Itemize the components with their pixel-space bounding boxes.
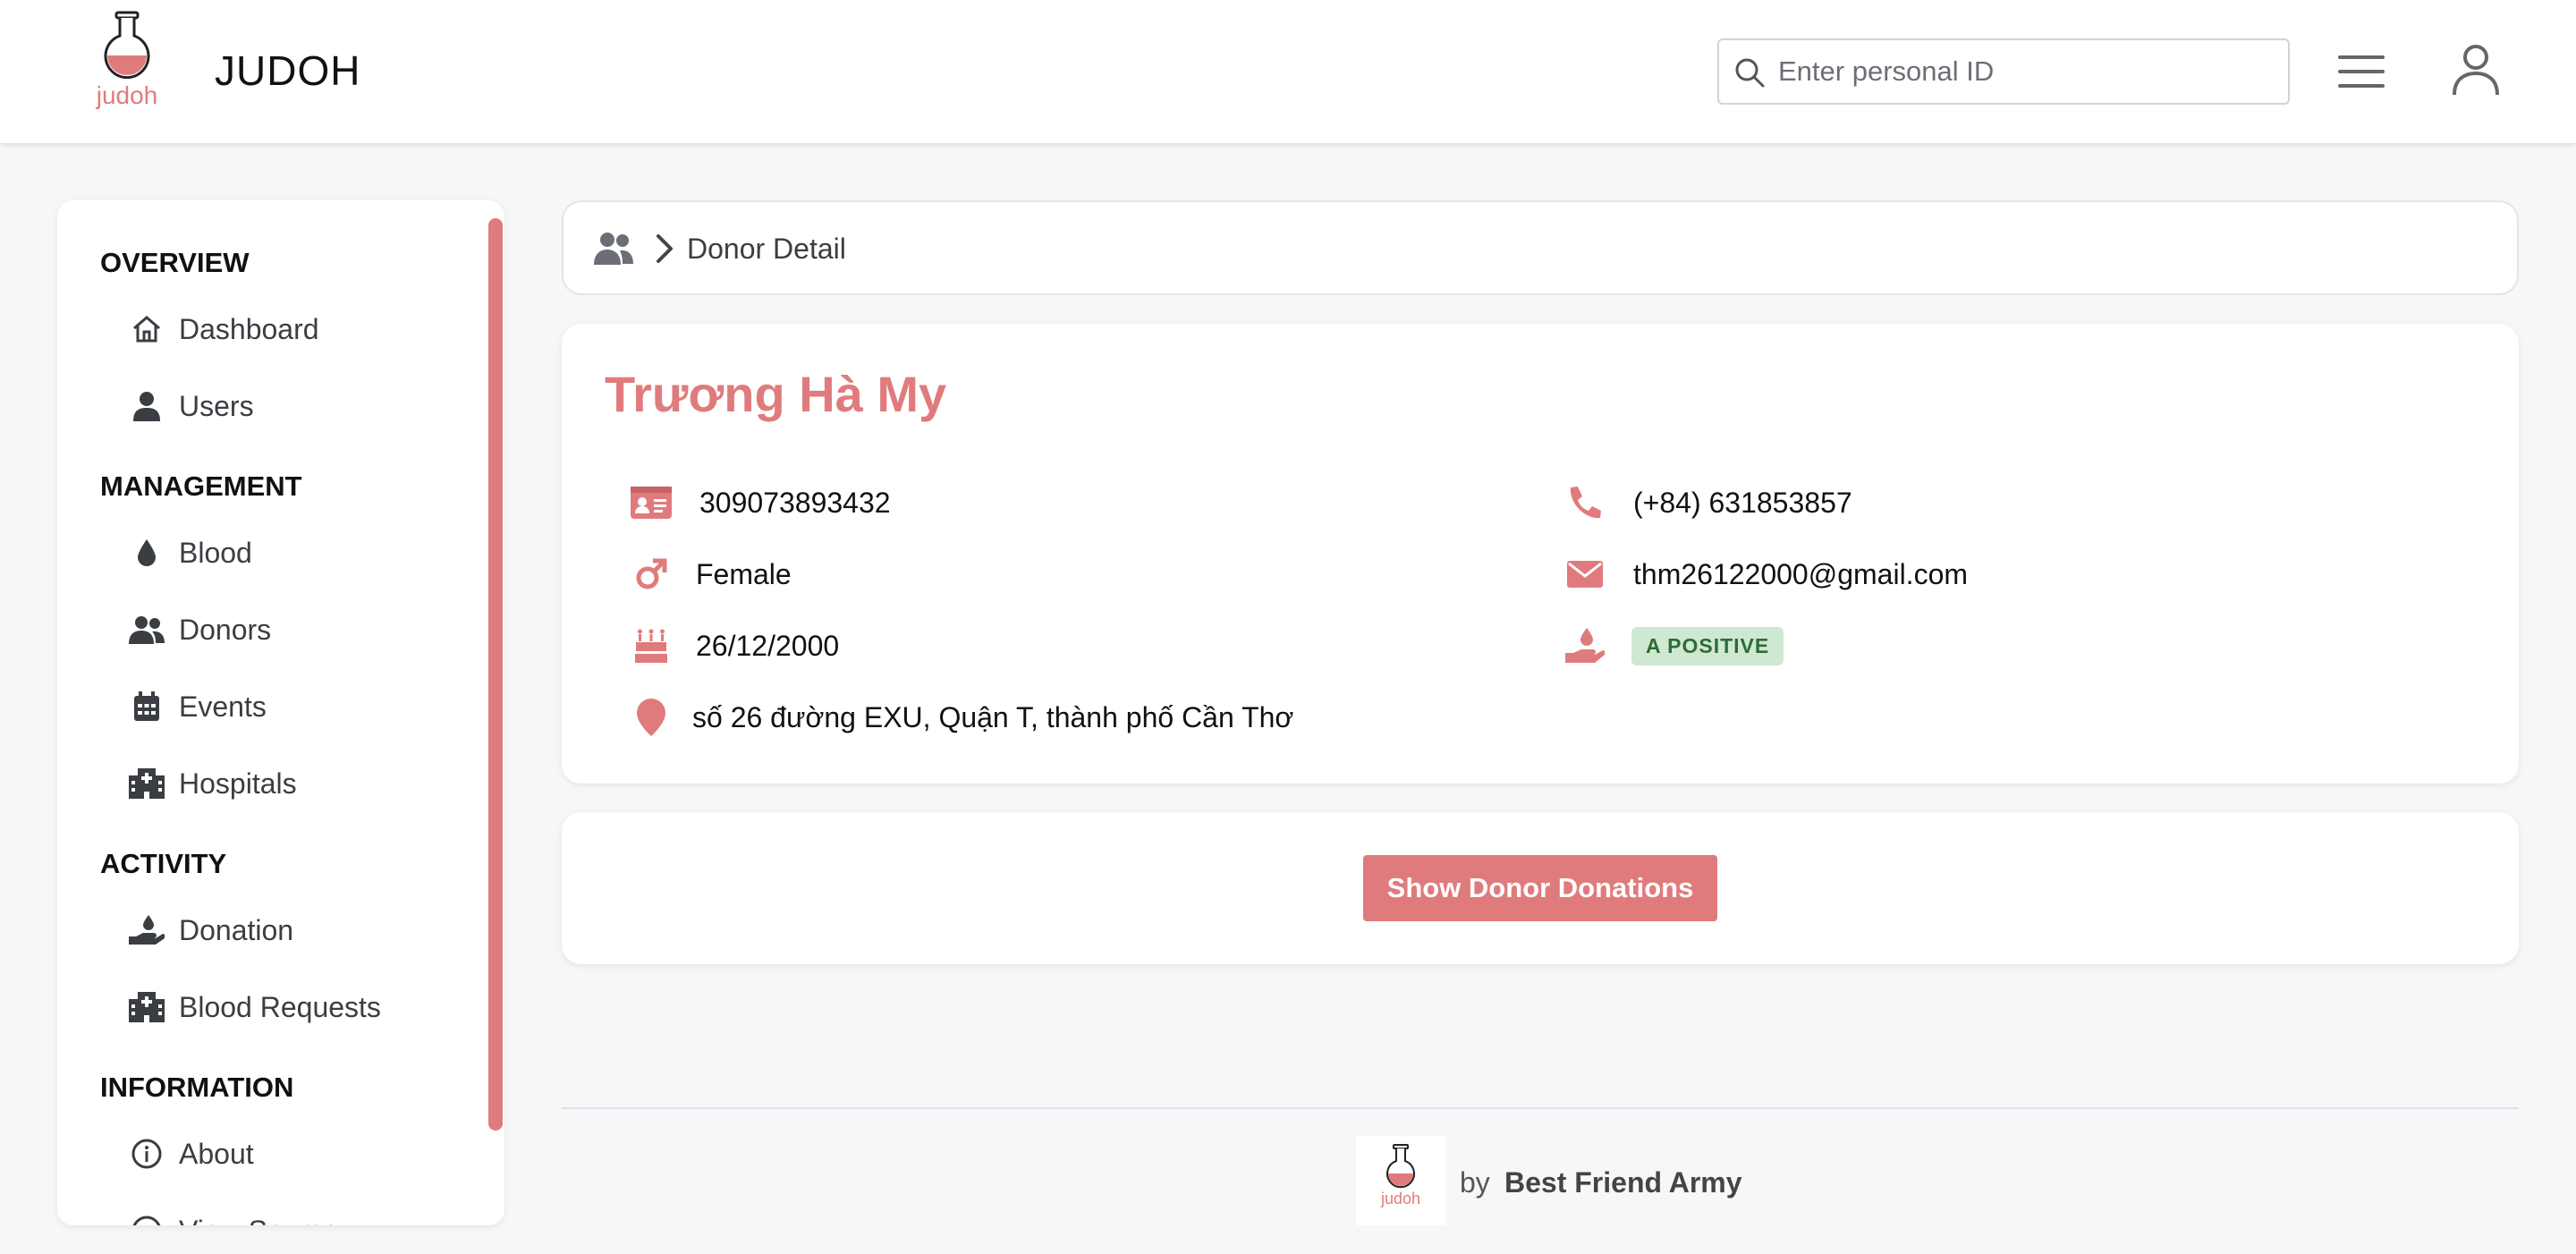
sidebar-item-blood[interactable]: Blood: [129, 526, 469, 580]
footer-team[interactable]: Best Friend Army: [1504, 1166, 1742, 1199]
sidebar-item-label: Blood: [179, 536, 252, 569]
hospital-icon: [129, 989, 165, 1025]
phone-icon: [1563, 481, 1606, 524]
breadcrumb-current: Donor Detail: [687, 233, 846, 265]
flask-icon: judoh: [1380, 1144, 1420, 1207]
map-pin-icon: [630, 696, 673, 739]
sidebar-item-label: Donation: [179, 913, 294, 946]
phone-value: (+84) 631853857: [1633, 486, 1852, 519]
sidebar-item-view-source[interactable]: View Source: [129, 1204, 469, 1225]
account-icon[interactable]: [2451, 43, 2501, 97]
code-icon: [129, 1213, 165, 1225]
sidebar-section-management: MANAGEMENT: [100, 470, 302, 502]
app-logo[interactable]: judoh: [86, 9, 168, 109]
email-field: thm26122000@gmail.com: [1563, 553, 1968, 596]
personal-id-field: 309073893432: [630, 481, 891, 524]
svg-text:judoh: judoh: [1380, 1190, 1420, 1207]
footer-by: by: [1460, 1166, 1490, 1199]
sidebar-item-label: Donors: [179, 613, 272, 646]
top-header: judoh JUDOH: [0, 0, 2576, 143]
address-value: số 26 đường EXU, Quận T, thành phố Cần T…: [692, 700, 1294, 733]
users-icon[interactable]: [594, 231, 633, 267]
footer-divider: [562, 1107, 2519, 1109]
sidebar-item-hospitals[interactable]: Hospitals: [129, 757, 469, 810]
envelope-icon: [1563, 553, 1606, 596]
sidebar-item-blood-requests[interactable]: Blood Requests: [129, 980, 469, 1034]
show-donor-donations-button[interactable]: Show Donor Donations: [1363, 855, 1717, 921]
sidebar-section-activity: ACTIVITY: [100, 848, 227, 879]
droplet-icon: [129, 535, 165, 571]
gender-field: Female: [630, 553, 792, 596]
search-icon: [1735, 58, 1765, 88]
user-icon: [129, 388, 165, 424]
breadcrumb: Donor Detail: [562, 200, 2519, 295]
svg-text:judoh: judoh: [96, 81, 158, 109]
flask-icon: judoh: [96, 11, 158, 109]
footer-logo: judoh: [1356, 1136, 1445, 1225]
hamburger-menu-icon[interactable]: [2336, 47, 2386, 97]
donor-detail-card: Trương Hà My 309073893432 Female 26/12/2…: [562, 324, 2519, 784]
sidebar-item-donors[interactable]: Donors: [129, 603, 469, 657]
email-value: thm26122000@gmail.com: [1633, 557, 1969, 590]
donor-name: Trương Hà My: [605, 366, 947, 422]
sidebar-item-label: Events: [179, 690, 267, 723]
sidebar-item-about[interactable]: About: [129, 1127, 469, 1181]
address-field: số 26 đường EXU, Quận T, thành phố Cần T…: [630, 696, 1293, 739]
birthday-value: 26/12/2000: [696, 629, 840, 662]
donations-action-card: Show Donor Donations: [562, 812, 2519, 964]
users-icon: [129, 612, 165, 648]
hospital-icon: [129, 766, 165, 801]
sidebar-item-events[interactable]: Events: [129, 680, 469, 733]
birthday-cake-icon: [630, 624, 673, 667]
sidebar: OVERVIEW Dashboard Users MANAGEMENT Bloo…: [57, 200, 504, 1225]
sidebar-item-label: About: [179, 1137, 254, 1170]
sidebar-item-label: Users: [179, 389, 254, 422]
search-input[interactable]: [1778, 47, 2279, 96]
sidebar-item-label: View Source: [179, 1215, 339, 1226]
home-icon: [129, 311, 165, 347]
hand-holding-droplet-icon: [1563, 624, 1606, 667]
personal-id-value: 309073893432: [699, 486, 891, 519]
birthday-field: 26/12/2000: [630, 624, 839, 667]
sidebar-item-donation[interactable]: Donation: [129, 903, 469, 957]
hand-holding-droplet-icon: [129, 912, 165, 948]
sidebar-item-label: Blood Requests: [179, 990, 381, 1023]
search-box[interactable]: [1717, 38, 2290, 105]
sidebar-item-users[interactable]: Users: [129, 379, 469, 433]
blood-type-field: A POSITIVE: [1563, 624, 1784, 667]
sidebar-item-label: Hospitals: [179, 767, 297, 800]
sidebar-scrollbar[interactable]: [488, 218, 503, 1131]
blood-type-badge: A POSITIVE: [1631, 626, 1784, 665]
phone-field: (+84) 631853857: [1563, 481, 1852, 524]
calendar-icon: [129, 689, 165, 724]
id-card-icon: [630, 481, 673, 524]
gender-value: Female: [696, 557, 792, 590]
sidebar-section-information: INFORMATION: [100, 1072, 294, 1103]
sidebar-section-overview: OVERVIEW: [100, 247, 250, 278]
info-icon: [129, 1136, 165, 1172]
app-title: JUDOH: [215, 47, 361, 94]
chevron-right-icon: [657, 234, 673, 263]
mars-icon: [630, 553, 673, 596]
sidebar-item-label: Dashboard: [179, 312, 319, 345]
sidebar-item-dashboard[interactable]: Dashboard: [129, 302, 469, 356]
